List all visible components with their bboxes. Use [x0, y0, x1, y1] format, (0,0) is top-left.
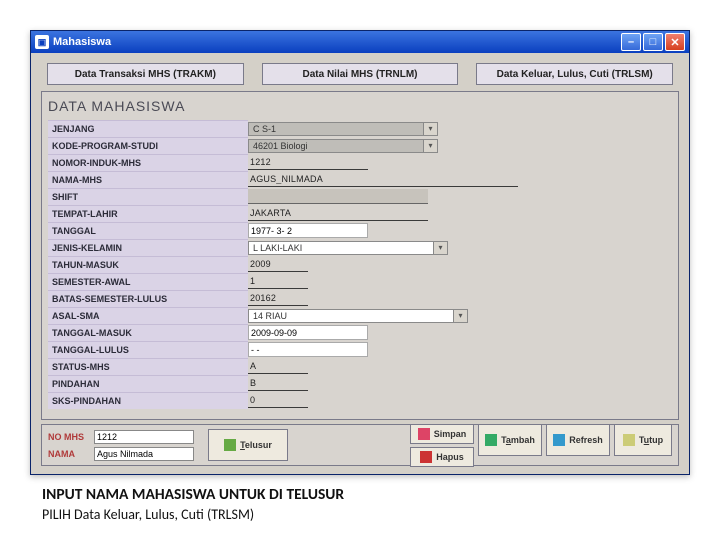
- app-window: ▣ Mahasiswa – □ ✕ Data Transaksi MHS (TR…: [30, 30, 690, 475]
- label-tanggal: TANGGAL: [48, 222, 248, 239]
- search-icon: [224, 439, 236, 451]
- input-tempat-lahir[interactable]: [248, 207, 428, 221]
- folder-icon: [623, 434, 635, 446]
- label-status: STATUS-MHS: [48, 358, 248, 375]
- input-status[interactable]: [248, 360, 308, 374]
- search-nama[interactable]: Agus Nilmada: [94, 447, 194, 461]
- section-title: DATA MAHASISWA: [48, 98, 672, 114]
- input-tanggal[interactable]: 1977- 3- 2: [248, 223, 368, 238]
- instructions: INPUT NAMA MAHASISWA UNTUK DI TELUSUR PI…: [42, 485, 678, 523]
- input-nim[interactable]: [248, 156, 368, 170]
- tab-trnlm[interactable]: Data Nilai MHS (TRNLM): [262, 63, 459, 85]
- app-icon: ▣: [35, 35, 49, 49]
- label-tempat-lahir: TEMPAT-LAHIR: [48, 205, 248, 222]
- label-sks-pindahan: SKS-PINDAHAN: [48, 392, 248, 409]
- label-jenjang: JENJANG: [48, 120, 248, 137]
- label-asal-sma: ASAL-SMA: [48, 307, 248, 324]
- data-panel: DATA MAHASISWA JENJANGC S-1▾ KODE-PROGRA…: [41, 91, 679, 420]
- label-nama: NAMA-MHS: [48, 171, 248, 188]
- input-tgl-masuk[interactable]: 2009-09-09: [248, 325, 368, 340]
- chevron-down-icon: ▾: [423, 140, 437, 152]
- input-sks-pindahan[interactable]: [248, 394, 308, 408]
- tab-trakm[interactable]: Data Transaksi MHS (TRAKM): [47, 63, 244, 85]
- action-bar: NO MHS 1212 NAMA Agus Nilmada Telusur Simp…: [41, 424, 679, 466]
- tab-trlsm[interactable]: Data Keluar, Lulus, Cuti (TRLSM): [476, 63, 673, 85]
- minimize-button[interactable]: –: [621, 33, 641, 51]
- label-shift: SHIFT: [48, 188, 248, 205]
- input-nama[interactable]: [248, 173, 518, 187]
- close-button[interactable]: ✕: [665, 33, 685, 51]
- save-icon: [418, 428, 430, 440]
- input-batas-semester[interactable]: [248, 292, 308, 306]
- label-batas-semester: BATAS-SEMESTER-LULUS: [48, 290, 248, 307]
- caption-line-2: PILIH Data Keluar, Lulus, Cuti (TRLSM): [42, 506, 678, 523]
- simpan-button[interactable]: Simpan: [410, 424, 474, 444]
- dropdown-jenjang[interactable]: C S-1▾: [248, 122, 438, 136]
- label-nama-search: NAMA: [48, 449, 90, 459]
- dropdown-asal-sma[interactable]: 14 RIAU▾: [248, 309, 468, 323]
- hapus-button[interactable]: Hapus: [410, 447, 474, 467]
- input-semester-awal[interactable]: [248, 275, 308, 289]
- dropdown-jk[interactable]: L LAKI-LAKI▾: [248, 241, 448, 255]
- telusur-button[interactable]: Telusur: [208, 429, 288, 461]
- label-no-mhs: NO MHS: [48, 432, 90, 442]
- chevron-down-icon: ▾: [423, 123, 437, 135]
- search-no-mhs[interactable]: 1212: [94, 430, 194, 444]
- label-tahun-masuk: TAHUN-MASUK: [48, 256, 248, 273]
- input-tahun-masuk[interactable]: [248, 258, 308, 272]
- input-shift[interactable]: [248, 189, 428, 204]
- tambah-button[interactable]: Tambah: [478, 424, 542, 456]
- label-tgl-masuk: TANGGAL-MASUK: [48, 324, 248, 341]
- input-tgl-lulus[interactable]: - -: [248, 342, 368, 357]
- chevron-down-icon: ▾: [433, 242, 447, 254]
- label-nim: NOMOR-INDUK-MHS: [48, 154, 248, 171]
- label-semester-awal: SEMESTER-AWAL: [48, 273, 248, 290]
- caption-line-1: INPUT NAMA MAHASISWA UNTUK DI TELUSUR: [42, 485, 678, 504]
- plus-icon: [485, 434, 497, 446]
- dropdown-prodi[interactable]: 46201 Biologi▾: [248, 139, 438, 153]
- input-pindahan[interactable]: [248, 377, 308, 391]
- chevron-down-icon: ▾: [453, 310, 467, 322]
- maximize-button[interactable]: □: [643, 33, 663, 51]
- refresh-button[interactable]: Refresh: [546, 424, 610, 456]
- label-tgl-lulus: TANGGAL-LULUS: [48, 341, 248, 358]
- tutup-button[interactable]: Tutup: [614, 424, 672, 456]
- refresh-icon: [553, 434, 565, 446]
- window-title: Mahasiswa: [53, 36, 111, 48]
- delete-icon: [420, 451, 432, 463]
- label-jk: JENIS-KELAMIN: [48, 239, 248, 256]
- label-prodi: KODE-PROGRAM-STUDI: [48, 137, 248, 154]
- label-pindahan: PINDAHAN: [48, 375, 248, 392]
- titlebar[interactable]: ▣ Mahasiswa – □ ✕: [31, 31, 689, 53]
